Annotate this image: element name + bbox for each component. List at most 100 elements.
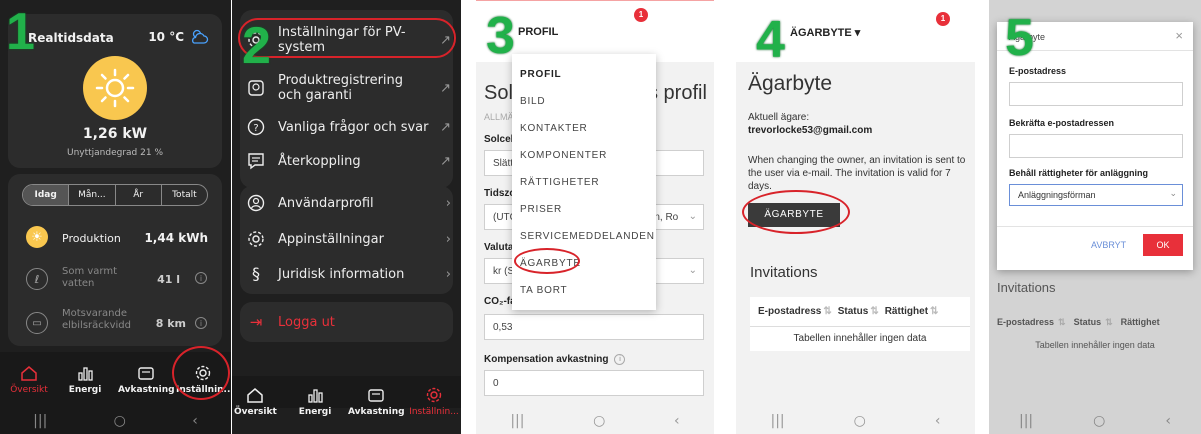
home-circle-icon[interactable]: ○ [854, 413, 866, 429]
dropdown-item-rights[interactable]: RÄTTIGHETER [512, 169, 656, 196]
column-header-email[interactable]: E-postadress [997, 317, 1054, 327]
sun-icon [95, 68, 135, 108]
back-icon[interactable]: ‹ [1165, 413, 1171, 429]
menu-item-user-profile[interactable]: Användarprofil › [242, 188, 451, 218]
empty-table-message: Tabellen innehåller ingen data [1035, 340, 1155, 350]
field-value: 0,53 [493, 322, 513, 333]
nav-yield[interactable]: Avkastning [118, 364, 175, 395]
sort-icon[interactable]: ⇅ [1105, 317, 1113, 328]
field-value: 0 [493, 378, 499, 389]
info-icon[interactable]: i [614, 354, 626, 365]
invitations-table-header: E-postadress ⇅ Status ⇅ Rättighet [997, 310, 1201, 334]
menu-item-product-registration[interactable]: Produktregistrering och garanti ↗ [242, 68, 451, 108]
tab-year[interactable]: År [114, 185, 161, 205]
production-icon: ☀ [26, 226, 48, 248]
nav-energy[interactable]: Energi [294, 386, 336, 417]
notification-badge[interactable]: 1 [634, 8, 648, 22]
registration-icon [248, 80, 264, 96]
field-value: Slätt [493, 158, 514, 169]
panel-ownership-dialog: Ägarbyte × E-postadress Bekräfta e-posta… [989, 0, 1201, 434]
nav-energy[interactable]: Energi [64, 364, 106, 395]
field-value: kr (S [493, 266, 515, 277]
svg-text:?: ? [253, 123, 258, 134]
confirm-email-input[interactable] [1009, 134, 1183, 158]
recents-icon[interactable]: ||| [510, 413, 524, 429]
nav-settings[interactable]: Inställnin... [408, 386, 460, 417]
home-circle-icon[interactable]: ○ [593, 413, 605, 429]
notification-badge[interactable]: 1 [936, 12, 950, 26]
menu-label: Användarprofil [278, 195, 374, 211]
tab-ownership-transfer[interactable]: ÄGARBYTE ▾ [790, 26, 860, 39]
period-tabs: Idag Mån... År Totalt [22, 184, 208, 206]
ev-range-value: 8 km [155, 317, 186, 330]
menu-label: Produktregistrering och garanti [278, 73, 404, 103]
home-circle-icon[interactable]: ○ [1093, 413, 1105, 429]
dropdown-item-profile[interactable]: PROFIL [512, 61, 656, 88]
email-input[interactable] [1009, 82, 1183, 106]
back-icon[interactable]: ‹ [674, 413, 680, 429]
step-number-1: 1 [6, 3, 35, 61]
home-icon [247, 388, 263, 403]
sort-icon[interactable]: ⇅ [870, 306, 878, 317]
close-icon[interactable]: × [1175, 28, 1183, 43]
menu-item-legal[interactable]: § Juridisk information › [242, 259, 451, 289]
dropdown-item-service-messages[interactable]: SERVICEMEDDELANDEN [512, 223, 656, 250]
info-icon[interactable]: i [195, 317, 207, 329]
info-icon[interactable]: i [195, 272, 207, 284]
dropdown-item-contacts[interactable]: KONTAKTER [512, 115, 656, 142]
sort-icon[interactable]: ⇅ [1058, 317, 1066, 328]
tab-month[interactable]: Mån... [68, 185, 114, 205]
column-header-status[interactable]: Status [1074, 317, 1102, 327]
column-header-status[interactable]: Status [838, 306, 869, 317]
dropdown-item-components[interactable]: KOMPONENTER [512, 142, 656, 169]
dropdown-item-image[interactable]: BILD [512, 88, 656, 115]
chevron-down-icon: ⌄ [688, 211, 697, 222]
sort-icon[interactable]: ⇅ [930, 306, 938, 317]
nav-overview[interactable]: Översikt [234, 386, 277, 417]
back-icon[interactable]: ‹ [192, 413, 198, 429]
panel-settings-menu: 2 Inställningar för PV-system ↗ Produktr… [232, 0, 461, 434]
sort-icon[interactable]: ⇅ [823, 306, 831, 317]
nav-yield[interactable]: Avkastning [348, 386, 405, 417]
chevron-right-icon: › [445, 231, 451, 247]
tab-total[interactable]: Totalt [160, 185, 207, 205]
invitations-heading: Invitations [997, 280, 1056, 295]
column-header-rights[interactable]: Rättighet [1121, 317, 1160, 327]
menu-item-faq[interactable]: ? Vanliga frågor och svar ↗ [242, 112, 451, 142]
bar-chart-icon [78, 367, 93, 381]
hot-water-label: Som varmt vatten [62, 266, 118, 289]
recents-icon[interactable]: ||| [771, 413, 785, 429]
recents-icon[interactable]: ||| [33, 413, 47, 429]
logout-button[interactable]: ⇥ Logga ut [242, 308, 451, 336]
annotation-ring [172, 346, 230, 400]
column-header-email[interactable]: E-postadress [750, 306, 821, 317]
tab-today[interactable]: Idag [23, 185, 69, 205]
nav-overview[interactable]: Översikt [8, 364, 50, 395]
yield-compensation-input[interactable]: 0 [484, 370, 704, 396]
nav-label: Avkastning [118, 385, 175, 395]
bar-chart-icon [308, 389, 323, 403]
panel-realtime: 1 Realtidsdata 10 °C 1,26 kW Unyttjandeg… [0, 0, 231, 434]
step-number-3: 3 [486, 7, 515, 65]
step-number-4: 4 [756, 11, 785, 69]
cancel-button[interactable]: AVBRYT [1091, 240, 1126, 250]
home-circle-icon[interactable]: ○ [114, 413, 126, 429]
nav-label: Översikt [10, 385, 48, 395]
ok-button[interactable]: OK [1143, 234, 1183, 256]
caret-down-icon: ▾ [854, 27, 861, 39]
hot-water-value: 41 l [157, 273, 180, 286]
tab-profile[interactable]: PROFIL [518, 26, 558, 38]
chevron-down-icon: ⌄ [688, 265, 697, 276]
dropdown-item-prices[interactable]: PRISER [512, 196, 656, 223]
confirm-email-label: Bekräfta e-postadressen [1009, 118, 1115, 128]
column-header-rights[interactable]: Rättighet [885, 306, 928, 317]
co2-factor-input[interactable]: 0,53 [484, 314, 704, 340]
menu-item-feedback[interactable]: Återkoppling ↗ [242, 146, 451, 176]
rights-select[interactable]: Anläggningsförman ⌄ [1009, 184, 1183, 206]
nav-label: Energi [68, 385, 102, 395]
menu-item-app-settings[interactable]: Appinställningar › [242, 224, 451, 254]
dropdown-item-delete[interactable]: TA BORT [512, 277, 656, 304]
recents-icon[interactable]: ||| [1019, 413, 1033, 429]
back-icon[interactable]: ‹ [935, 413, 941, 429]
realtime-title: Realtidsdata [28, 31, 114, 45]
